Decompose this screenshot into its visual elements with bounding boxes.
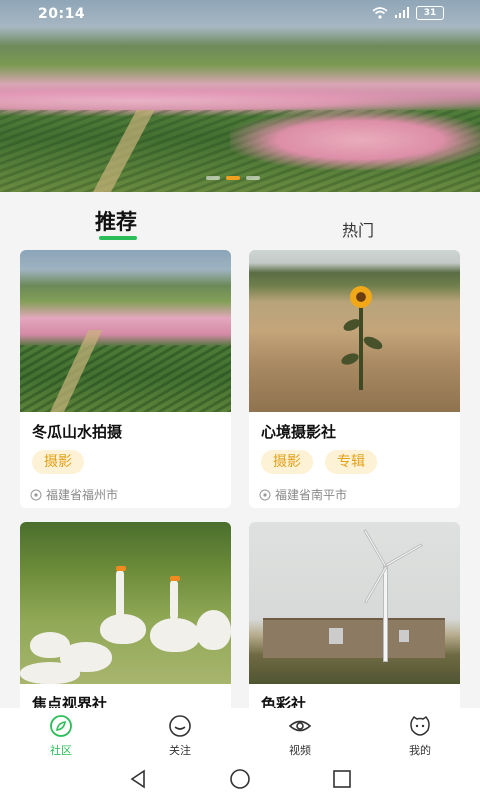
compass-icon	[50, 715, 72, 737]
post-tag[interactable]: 摄影	[261, 450, 313, 474]
post-location: 福建省福州市	[30, 486, 118, 503]
signal-icon	[395, 7, 409, 18]
active-tab-indicator	[99, 236, 137, 240]
post-title: 色彩社	[261, 695, 307, 708]
location-pin-icon	[259, 489, 271, 500]
post-card[interactable]: 心境摄影社 摄影 专辑 福建省南平市	[249, 250, 460, 508]
home-icon[interactable]	[229, 768, 251, 790]
post-card[interactable]: 色彩社	[249, 522, 460, 708]
eye-icon	[288, 720, 312, 732]
recent-apps-icon[interactable]	[332, 768, 352, 790]
nav-follow[interactable]: 关注	[150, 714, 210, 758]
post-image	[20, 250, 231, 412]
face-icon	[410, 715, 430, 736]
system-nav-bar	[0, 760, 480, 800]
nav-mine[interactable]: 我的	[390, 714, 450, 758]
post-image	[20, 522, 231, 684]
nav-community[interactable]: 社区	[31, 714, 91, 758]
post-title: 焦点视界社	[32, 695, 108, 708]
content-tabs: 推荐 热门	[0, 192, 480, 250]
carousel-indicator	[206, 176, 260, 180]
post-grid: 冬瓜山水拍摄 摄影 福建省福州市 心境摄影社 摄影 专辑 福建省南平市 焦点视界…	[0, 250, 480, 708]
back-icon[interactable]	[128, 768, 148, 790]
post-card[interactable]: 冬瓜山水拍摄 摄影 福建省福州市	[20, 250, 231, 508]
post-location: 福建省南平市	[259, 486, 347, 503]
carousel-dot-active	[226, 176, 240, 180]
bottom-nav: 社区 关注 视频 我的	[0, 708, 480, 760]
post-image	[249, 522, 460, 684]
banner-carousel[interactable]: 20:14 31	[0, 0, 480, 192]
post-title: 心境摄影社	[261, 423, 337, 441]
tab-recommended[interactable]: 推荐	[95, 206, 137, 240]
carousel-dot	[206, 176, 220, 180]
post-card[interactable]: 焦点视界社	[20, 522, 231, 708]
post-image	[249, 250, 460, 412]
battery-icon: 31	[416, 6, 444, 20]
post-tag[interactable]: 摄影	[32, 450, 84, 474]
status-bar: 20:14 31	[0, 0, 480, 28]
status-time: 20:14	[38, 6, 86, 22]
post-title: 冬瓜山水拍摄	[32, 423, 123, 441]
wifi-icon	[372, 7, 388, 19]
nav-video[interactable]: 视频	[270, 714, 330, 758]
location-pin-icon	[30, 489, 42, 500]
carousel-dot	[246, 176, 260, 180]
smile-icon	[169, 715, 191, 737]
post-tag[interactable]: 专辑	[325, 450, 377, 474]
tab-hot[interactable]: 热门	[342, 217, 374, 241]
